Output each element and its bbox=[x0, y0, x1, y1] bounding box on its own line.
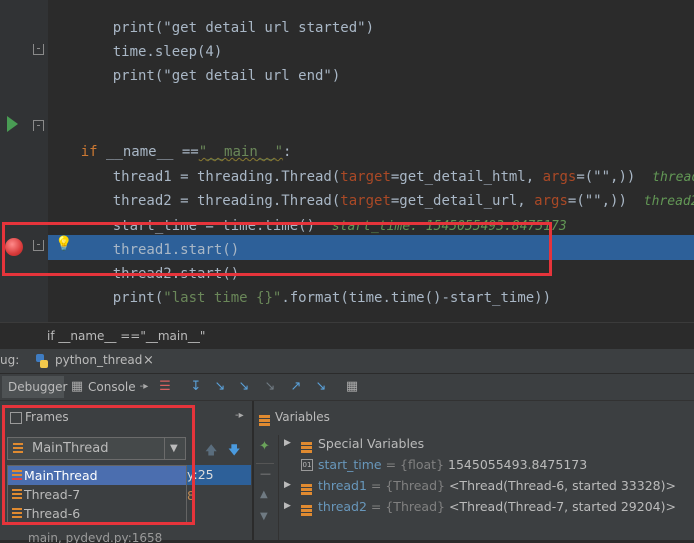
code-text: .format(time.time()-start_time)) bbox=[281, 290, 552, 306]
previous-frame-icon[interactable]: 🡅 bbox=[205, 441, 217, 462]
breadcrumb[interactable]: if __name__ =="__main__" bbox=[0, 322, 694, 350]
primitive-value-icon: 01 bbox=[301, 459, 313, 471]
new-watch-icon[interactable]: ✦ bbox=[259, 439, 270, 454]
code-text: =("",)) bbox=[567, 193, 627, 209]
pin-arrow-icon[interactable]: -▸ bbox=[136, 379, 152, 395]
code-line-thread2[interactable]: thread2 = threading.Thread(target=get_de… bbox=[79, 164, 694, 209]
python-icon bbox=[34, 353, 50, 373]
frame-row[interactable]: 8 bbox=[187, 486, 251, 506]
frame-row-selected[interactable]: y:25 bbox=[187, 465, 251, 485]
run-to-cursor-icon[interactable]: ↘ bbox=[313, 379, 329, 395]
toolbar-separator bbox=[256, 463, 274, 464]
code-line[interactable]: print("get detail url end") bbox=[79, 39, 341, 84]
code-line-main-guard[interactable]: if __name__ =="__main__": bbox=[47, 115, 292, 160]
move-down-icon[interactable]: ▼ bbox=[260, 511, 268, 522]
console-icon: ▦ bbox=[70, 379, 84, 394]
pin-arrow-icon[interactable]: -▸ bbox=[235, 410, 244, 421]
step-over-icon[interactable]: ↧ bbox=[188, 379, 204, 395]
remove-watch-icon[interactable]: — bbox=[260, 467, 271, 480]
close-icon[interactable]: × bbox=[143, 353, 154, 368]
annotation-highlight-box bbox=[2, 405, 195, 525]
variables-title: Variables bbox=[275, 410, 330, 424]
string-literal: "last time {}" bbox=[163, 290, 282, 306]
variables-icon bbox=[301, 438, 312, 453]
annotation-highlight-box bbox=[2, 222, 552, 276]
force-step-into-icon[interactable]: ↘ bbox=[262, 379, 278, 395]
code-line[interactable]: print("get detail url started") bbox=[79, 0, 374, 36]
step-out-icon[interactable]: ↗ bbox=[288, 379, 304, 395]
tab-console[interactable]: Console bbox=[88, 376, 136, 398]
inline-debug-value: thread2: <Thre bbox=[643, 194, 694, 209]
code-line[interactable]: time.sleep(4) bbox=[79, 15, 223, 60]
code-text: print("get detail url end") bbox=[112, 68, 341, 84]
panel-divider bbox=[278, 435, 279, 540]
debug-title: ug: bbox=[0, 353, 20, 367]
expand-arrow-icon[interactable]: ▶ bbox=[284, 433, 291, 454]
show-execution-point-icon[interactable]: ☰ bbox=[157, 379, 173, 395]
move-up-icon[interactable]: ▲ bbox=[260, 489, 268, 500]
run-gutter-icon[interactable] bbox=[7, 116, 18, 132]
run-config-tab[interactable]: python_thread bbox=[55, 353, 142, 367]
variables-icon bbox=[259, 411, 270, 426]
object-icon bbox=[301, 480, 312, 495]
code-text: print( bbox=[112, 290, 164, 306]
expand-arrow-icon[interactable]: ▶ bbox=[284, 475, 291, 496]
frame-row[interactable]: main, pydevd.py:1658 bbox=[0, 529, 252, 543]
evaluate-expression-icon[interactable]: ▦ bbox=[344, 379, 360, 395]
step-into-my-code-icon[interactable]: ↘ bbox=[236, 379, 252, 395]
code-line-thread1[interactable]: thread1 = threading.Thread(target=get_de… bbox=[79, 140, 694, 185]
expand-arrow-icon[interactable]: ▶ bbox=[284, 496, 291, 517]
debug-toolbar: Debugger ▦ Console -▸ ☰ ↧ ↘ ↘ ↘ ↗ ↘ ▦ bbox=[0, 374, 694, 401]
code-line-start-time[interactable]: start_time = time.time() start_time: 154… bbox=[79, 189, 567, 234]
tab-debugger[interactable]: Debugger bbox=[2, 376, 67, 398]
fold-marker-icon[interactable] bbox=[33, 120, 44, 131]
step-into-icon[interactable]: ↘ bbox=[212, 379, 228, 395]
object-icon bbox=[301, 501, 312, 516]
debug-tool-window-header: ug: python_thread × bbox=[0, 349, 694, 374]
fold-marker-icon[interactable] bbox=[33, 44, 44, 55]
variables-panel: Variables ✦ — ▲ ▼ ▶ Special Variables 01… bbox=[253, 401, 694, 540]
next-frame-icon[interactable]: 🡇 bbox=[228, 441, 240, 462]
breadcrumb-item[interactable]: if __name__ =="__main__" bbox=[47, 329, 205, 343]
